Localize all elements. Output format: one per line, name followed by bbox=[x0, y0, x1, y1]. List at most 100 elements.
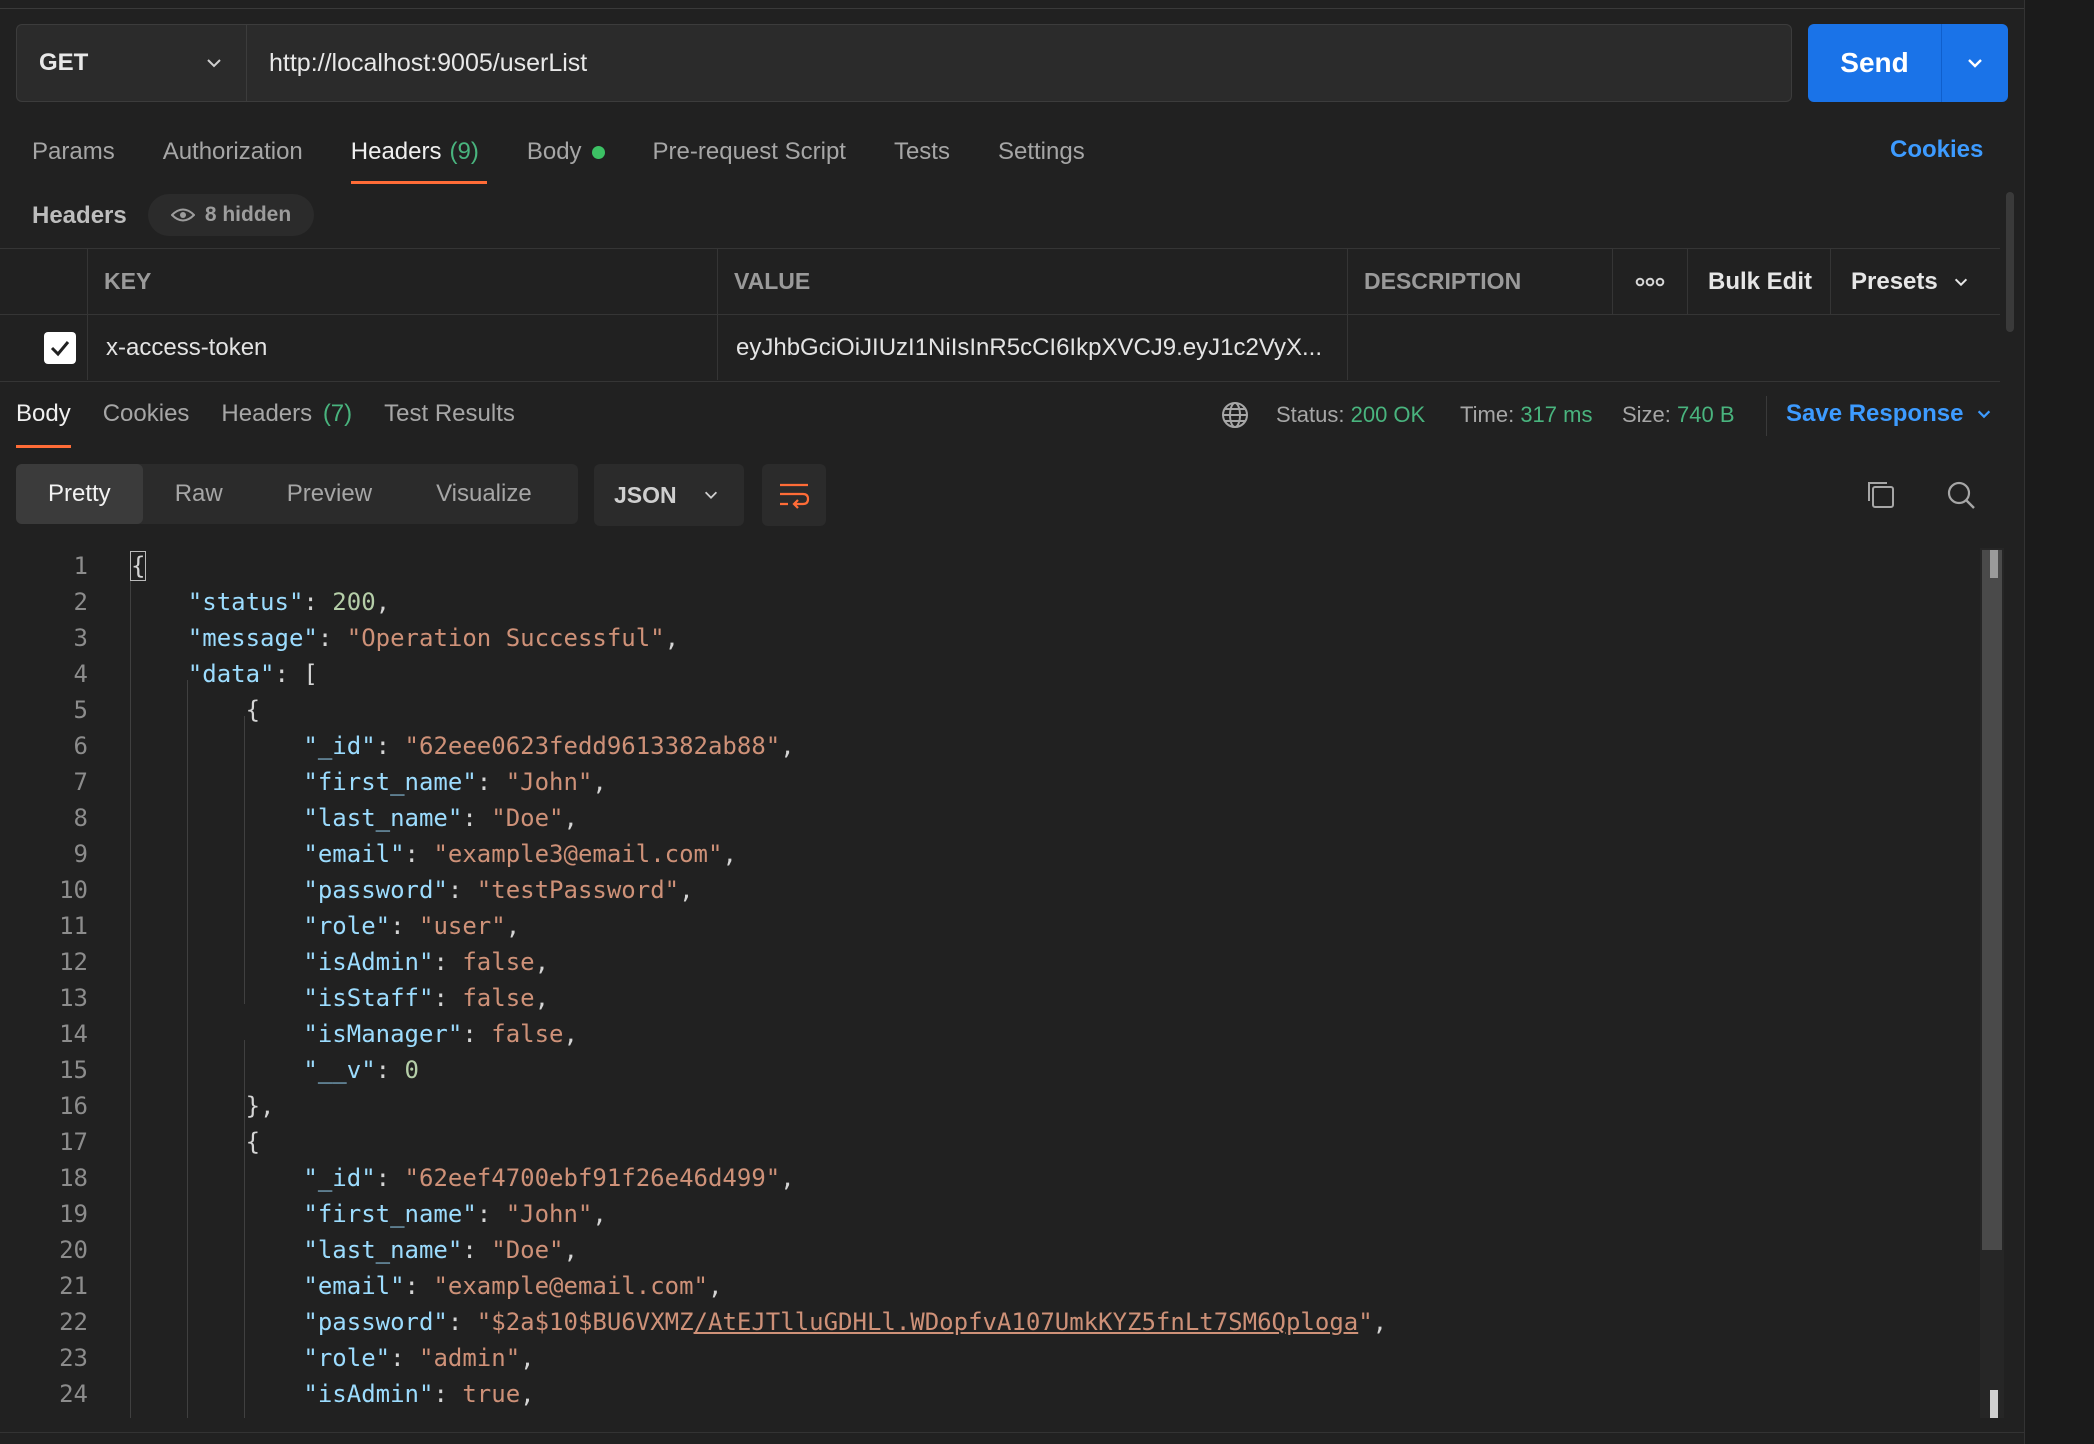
view-raw[interactable]: Raw bbox=[143, 464, 255, 524]
url-input[interactable]: http://localhost:9005/userList bbox=[246, 24, 1792, 102]
code-line: 13 "isStaff": false, bbox=[0, 980, 1980, 1016]
line-13-text: "isStaff": false, bbox=[303, 984, 550, 1012]
line-9-text: "email": "example3@email.com", bbox=[303, 840, 737, 868]
line-number: 20 bbox=[59, 1236, 88, 1264]
view-pretty[interactable]: Pretty bbox=[16, 464, 143, 524]
more-options-button[interactable] bbox=[1613, 249, 1688, 314]
size-value: 740 B bbox=[1677, 402, 1735, 427]
line-number: 9 bbox=[73, 840, 88, 868]
scroll-marker-top bbox=[1990, 550, 1998, 578]
tab-params[interactable]: Params bbox=[32, 134, 115, 170]
line-number: 2 bbox=[73, 588, 88, 616]
status-label: Status: bbox=[1276, 402, 1345, 427]
tab-body[interactable]: Body bbox=[527, 134, 605, 170]
row-enabled-checkbox[interactable] bbox=[44, 331, 76, 364]
tab-pre-request-script[interactable]: Pre-request Script bbox=[653, 134, 846, 170]
chevron-down-icon bbox=[1968, 59, 1982, 68]
code-line: 1{ bbox=[0, 548, 1980, 584]
code-line: 12 "isAdmin": false, bbox=[0, 944, 1980, 980]
bottom-border bbox=[0, 1432, 2024, 1433]
response-tab-cookies[interactable]: Cookies bbox=[103, 400, 190, 434]
headers-count: (9) bbox=[449, 138, 479, 165]
tab-label: Tests bbox=[893, 138, 950, 165]
headers-table: KEY VALUE DESCRIPTION Bulk Edit Presets … bbox=[0, 248, 2000, 382]
hidden-count-label: 8 hidden bbox=[204, 203, 292, 226]
response-tab-test-results[interactable]: Test Results bbox=[384, 400, 515, 434]
send-button[interactable]: Send bbox=[1808, 24, 1942, 102]
right-sidebar-strip bbox=[2024, 0, 2094, 1444]
hidden-headers-toggle[interactable]: 8 hidden bbox=[148, 194, 314, 236]
line-22-text: "password": "$2a$10$BU6VXMZ/AtEJTlluGDHL… bbox=[303, 1308, 1388, 1336]
size-readout: Size: 740 B bbox=[1622, 402, 1735, 428]
line-21-text: "email": "example@email.com", bbox=[303, 1272, 723, 1300]
response-tab-headers[interactable]: Headers (7) bbox=[221, 400, 352, 434]
send-button-group: Send bbox=[1808, 24, 2008, 102]
view-visualize[interactable]: Visualize bbox=[404, 464, 564, 524]
time-label: Time: bbox=[1460, 402, 1515, 427]
tab-label: Pre-request Script bbox=[652, 138, 846, 165]
code-line: 20 "last_name": "Doe", bbox=[0, 1232, 1980, 1268]
code-text: { bbox=[130, 551, 147, 581]
line-8-text: "last_name": "Doe", bbox=[303, 804, 578, 832]
bulk-edit-button[interactable]: Bulk Edit bbox=[1688, 249, 1831, 314]
chevron-down-icon bbox=[1954, 278, 1967, 286]
code-line: 21 "email": "example@email.com", bbox=[0, 1268, 1980, 1304]
divider bbox=[1766, 396, 1767, 436]
line-1-text: { bbox=[130, 551, 147, 581]
search-icon[interactable] bbox=[1944, 478, 1978, 512]
cookies-link[interactable]: Cookies bbox=[1890, 136, 1983, 164]
line-14-text: "isManager": false, bbox=[303, 1020, 578, 1048]
body-indicator-dot bbox=[591, 145, 605, 159]
line-16-text: }, bbox=[130, 1092, 275, 1120]
view-mode-segmented: Pretty Raw Preview Visualize bbox=[16, 464, 578, 524]
header-description-cell[interactable] bbox=[1348, 315, 2000, 380]
tab-settings[interactable]: Settings bbox=[998, 134, 1085, 170]
top-border bbox=[0, 8, 2024, 9]
presets-button[interactable]: Presets bbox=[1831, 249, 2000, 314]
tab-label: Body bbox=[526, 138, 582, 165]
code-scrollbar-thumb[interactable] bbox=[1982, 550, 2002, 1250]
method-label: GET bbox=[39, 49, 89, 76]
method-select[interactable]: GET bbox=[16, 24, 246, 102]
code-line: 22 "password": "$2a$10$BU6VXMZ/AtEJTlluG… bbox=[0, 1304, 1980, 1340]
line-number: 14 bbox=[59, 1020, 88, 1048]
globe-icon[interactable] bbox=[1220, 400, 1250, 430]
response-tab-body[interactable]: Body bbox=[16, 400, 71, 448]
line-10-text: "password": "testPassword", bbox=[303, 876, 694, 904]
view-preview[interactable]: Preview bbox=[255, 464, 404, 524]
line-11-text: "role": "user", bbox=[303, 912, 521, 940]
header-key-cell[interactable]: x-access-token bbox=[88, 315, 718, 380]
time-readout: Time: 317 ms bbox=[1460, 402, 1592, 428]
tab-label: Params bbox=[32, 138, 115, 165]
chevron-down-icon bbox=[207, 59, 221, 68]
tab-headers[interactable]: Headers (9) bbox=[350, 134, 487, 184]
wrap-lines-button[interactable] bbox=[762, 464, 826, 526]
code-line: 16 }, bbox=[0, 1088, 1980, 1124]
code-line: 10 "password": "testPassword", bbox=[0, 872, 1980, 908]
copy-icon[interactable] bbox=[1864, 478, 1898, 512]
line-number: 8 bbox=[73, 804, 88, 832]
tab-authorization[interactable]: Authorization bbox=[163, 134, 303, 170]
send-options-button[interactable] bbox=[1942, 24, 2008, 102]
presets-label: Presets bbox=[1851, 267, 1938, 295]
save-response-label: Save Response bbox=[1786, 400, 1964, 427]
line-17-text: { bbox=[130, 1128, 261, 1156]
line-number: 5 bbox=[73, 696, 88, 724]
response-body-viewer[interactable]: 1{ 2 "status": 200, 3 "message": "Operat… bbox=[0, 548, 1980, 1418]
line-number: 6 bbox=[73, 732, 88, 760]
save-response-button[interactable]: Save Response bbox=[1786, 400, 1993, 428]
line-number: 7 bbox=[73, 768, 88, 796]
format-label: JSON bbox=[614, 481, 677, 508]
line-20-text: "last_name": "Doe", bbox=[303, 1236, 578, 1264]
code-line: 24 "isAdmin": true, bbox=[0, 1376, 1980, 1412]
format-select[interactable]: JSON bbox=[594, 464, 744, 526]
headers-scrollbar[interactable] bbox=[2006, 192, 2014, 332]
tab-label: Headers bbox=[221, 400, 313, 427]
line-24-text: "isAdmin": true, bbox=[303, 1380, 535, 1408]
code-line: 14 "isManager": false, bbox=[0, 1016, 1980, 1052]
line-number: 19 bbox=[59, 1200, 88, 1228]
line-23-text: "role": "admin", bbox=[303, 1344, 535, 1372]
header-value-cell[interactable]: eyJhbGciOiJIUzI1NiIsInR5cCI6IkpXVCJ9.eyJ… bbox=[718, 315, 1348, 380]
tab-tests[interactable]: Tests bbox=[894, 134, 950, 170]
size-label: Size: bbox=[1622, 402, 1671, 427]
